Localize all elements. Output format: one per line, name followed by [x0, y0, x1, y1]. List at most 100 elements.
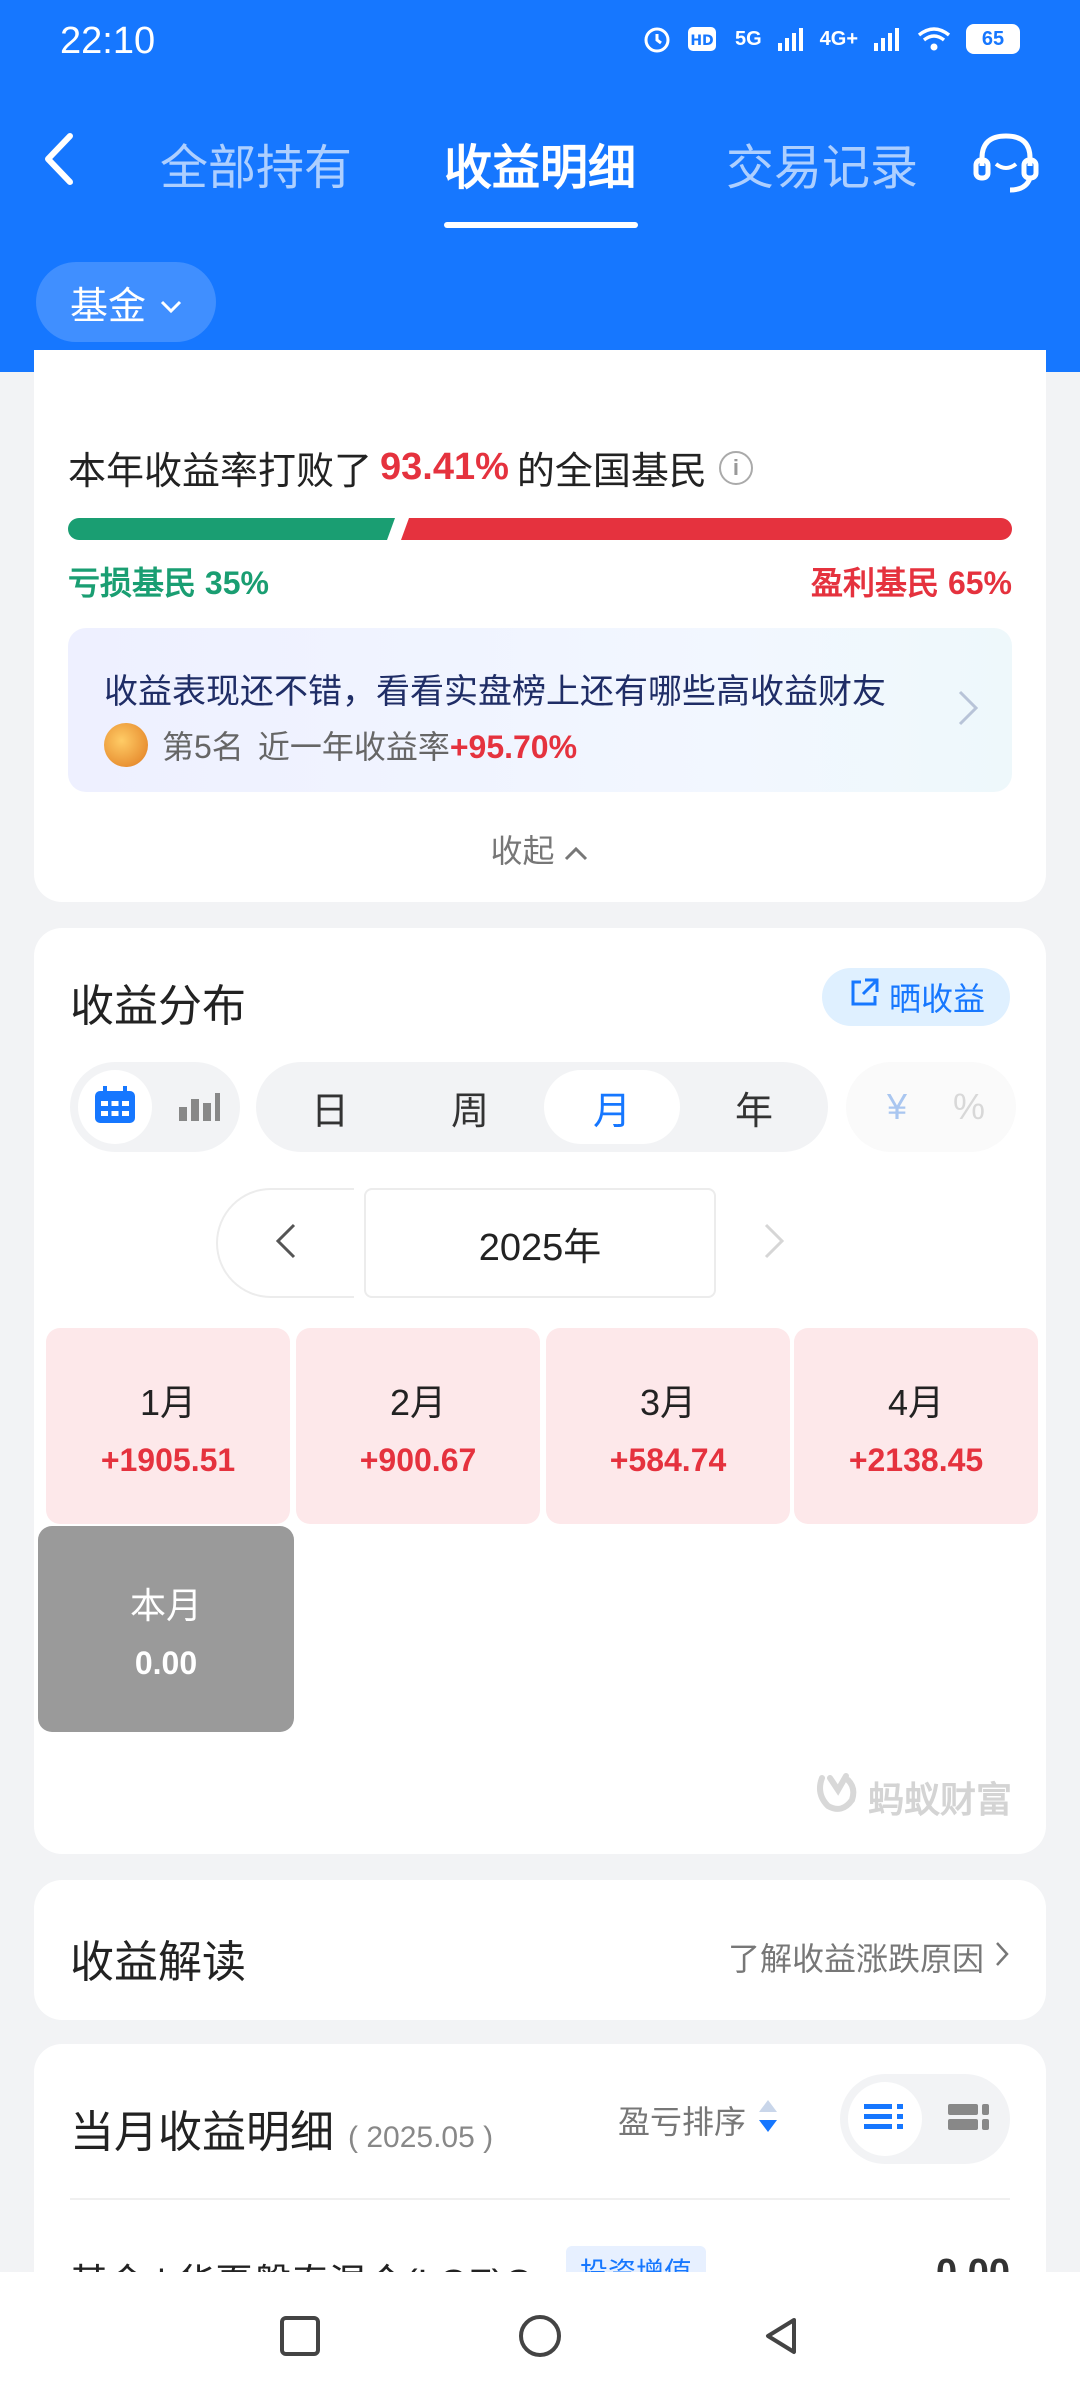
promo-title: 收益表现还不错，看看实盘榜上还有哪些高收益财友 — [104, 673, 886, 711]
promo-value: +95.70% — [449, 729, 578, 765]
month-cell-apr[interactable]: 4月 +2138.45 — [794, 1328, 1038, 1524]
chevron-right-icon — [762, 1221, 786, 1266]
sort-by-profit-button[interactable]: 盈亏排序 — [618, 2096, 780, 2144]
chevron-right-icon — [956, 688, 980, 728]
status-time: 22:10 — [60, 20, 156, 62]
sort-label: 盈亏排序 — [618, 2104, 747, 2140]
ant-fortune-watermark: 蚂蚁财富 — [812, 1768, 1012, 1825]
promo-metric: 近一年收益率 — [257, 729, 450, 765]
beat-suffix: 的全国基民 — [516, 451, 707, 493]
distribution-title: 收益分布 — [70, 982, 246, 1031]
alarm-icon — [641, 22, 673, 56]
battery-indicator: 65 — [966, 24, 1020, 54]
interpretation-title: 收益解读 — [70, 1938, 246, 1987]
promo-rank: 第5名 — [162, 729, 244, 765]
tab-all-holdings[interactable]: 全部持有 — [160, 128, 352, 198]
month-value: +900.67 — [359, 1441, 477, 1478]
svg-text:HD: HD — [690, 33, 713, 49]
back-arrow-icon[interactable] — [30, 124, 90, 194]
divider — [70, 2198, 1010, 2200]
bar-chart-view-button[interactable] — [166, 1070, 232, 1144]
signal-icon — [776, 22, 806, 56]
month-label: 1月 — [139, 1381, 197, 1423]
active-tab-indicator — [444, 222, 638, 228]
watermark-text: 蚂蚁财富 — [867, 1778, 1012, 1820]
list-icon — [864, 2102, 906, 2137]
period-month[interactable]: 月 — [544, 1070, 680, 1144]
network-5g: 5G — [734, 27, 762, 50]
beat-prefix: 本年收益率打败了 — [68, 451, 373, 493]
card-view-icon — [948, 2102, 990, 2137]
month-cell-feb[interactable]: 2月 +900.67 — [296, 1328, 540, 1524]
system-navigation-bar — [0, 2272, 1080, 2400]
period-week[interactable]: 周 — [402, 1070, 538, 1144]
chevron-down-icon — [160, 281, 182, 324]
recent-apps-icon[interactable] — [270, 2306, 330, 2366]
wifi-icon — [916, 22, 952, 56]
fund-filter-dropdown[interactable]: 基金 — [36, 262, 216, 342]
gain-bar-segment — [401, 518, 1012, 540]
status-icons: HD 5G 4G+ 65 — [641, 22, 1020, 56]
card-view-button[interactable] — [936, 2082, 1002, 2156]
hd-icon: HD — [687, 22, 721, 56]
collapse-label: 收起 — [490, 833, 555, 869]
month-label: 2月 — [389, 1381, 447, 1423]
month-cell-current[interactable]: 本月 0.00 — [38, 1526, 294, 1732]
info-icon[interactable]: i — [718, 450, 753, 485]
period-selector: 日 周 月 年 — [256, 1062, 828, 1152]
top-nav: 全部持有 收益明细 交易记录 — [0, 100, 1080, 230]
header: 22:10 HD 5G 4G+ 65 全部持有 收益明细 交易记录 基金 — [0, 0, 1080, 372]
month-value: +2138.45 — [848, 1441, 984, 1478]
calendar-view-button[interactable] — [78, 1070, 152, 1144]
earnings-interpretation-card[interactable]: 收益解读 了解收益涨跌原因 — [34, 1880, 1046, 2020]
unit-selector: ¥ % — [846, 1062, 1016, 1152]
month-cell-jan[interactable]: 1月 +1905.51 — [46, 1328, 290, 1524]
fund-filter-label: 基金 — [69, 285, 146, 328]
list-view-button[interactable] — [848, 2082, 922, 2156]
tab-earnings-detail[interactable]: 收益明细 — [444, 128, 636, 198]
loss-investors-label: 亏损基民 35% — [68, 565, 269, 601]
month-value: +1905.51 — [100, 1441, 236, 1478]
month-label: 3月 — [639, 1381, 697, 1423]
prev-year-button[interactable] — [216, 1188, 354, 1298]
earnings-reason-link[interactable]: 了解收益涨跌原因 — [728, 1934, 1010, 1980]
chevron-left-icon — [274, 1221, 298, 1266]
period-year[interactable]: 年 — [686, 1070, 822, 1144]
sort-arrows-icon — [756, 2096, 780, 2144]
list-layout-toggle — [840, 2074, 1010, 2164]
unit-amount[interactable]: ¥ — [862, 1080, 932, 1134]
beat-summary: 本年收益率打败了 93.41% 的全国基民 i — [68, 440, 753, 495]
signal-icon-2 — [872, 22, 902, 56]
period-day[interactable]: 日 — [262, 1070, 398, 1144]
monthly-detail-header: 当月收益明细 ( 2025.05 ) — [70, 2096, 493, 2160]
home-icon[interactable] — [510, 2306, 570, 2366]
share-label: 晒收益 — [888, 981, 985, 1017]
month-value: 0.00 — [134, 1644, 198, 1681]
leaderboard-promo-banner[interactable]: 收益表现还不错，看看实盘榜上还有哪些高收益财友 第5名 近一年收益率+95.70… — [68, 628, 1012, 792]
chevron-up-icon — [563, 833, 589, 869]
collapse-button[interactable]: 收起 — [34, 826, 1046, 872]
earnings-reason-label: 了解收益涨跌原因 — [727, 1941, 984, 1977]
view-mode-toggle — [70, 1062, 240, 1152]
back-icon[interactable] — [752, 2306, 812, 2366]
month-cell-mar[interactable]: 3月 +584.74 — [546, 1328, 790, 1524]
share-earnings-button[interactable]: 晒收益 — [822, 968, 1010, 1026]
calendar-icon — [93, 1085, 137, 1130]
loss-bar-segment — [68, 518, 395, 540]
earnings-distribution-card: 收益分布 晒收益 日 周 月 年 ¥ % 2025年 1月 +1905.51 2… — [34, 928, 1046, 1854]
monthly-detail-date: ( 2025.05 ) — [348, 2121, 494, 2154]
next-year-button[interactable] — [754, 1218, 794, 1268]
month-label: 本月 — [129, 1584, 202, 1626]
gain-investors-label: 盈利基民 65% — [811, 565, 1012, 601]
share-icon — [847, 976, 881, 1018]
customer-service-icon[interactable] — [968, 124, 1044, 200]
loss-gain-bar — [68, 518, 1012, 540]
network-4g: 4G+ — [819, 27, 858, 50]
tab-transactions[interactable]: 交易记录 — [726, 128, 918, 198]
bar-chart-icon — [177, 1087, 221, 1128]
ant-fortune-logo-icon — [812, 1768, 860, 1825]
beat-rank-card: 本年收益率打败了 93.41% 的全国基民 i 亏损基民 35% 盈利基民 65… — [34, 350, 1046, 902]
month-label: 4月 — [887, 1381, 945, 1423]
unit-percent[interactable]: % — [934, 1080, 1004, 1134]
chevron-right-icon — [994, 1939, 1010, 1976]
